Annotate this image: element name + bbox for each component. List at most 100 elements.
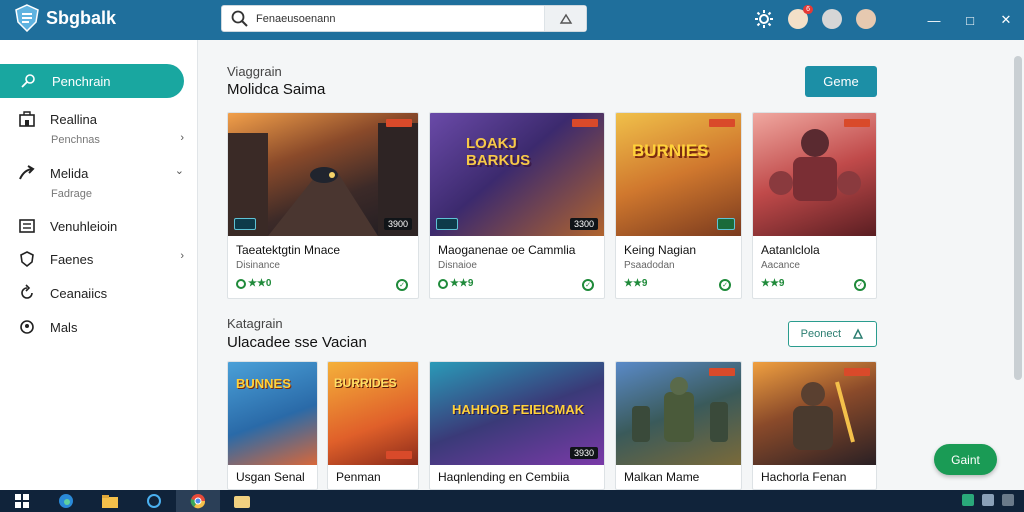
game-card[interactable]: LOAKJ BARKUS 3300 Maoganenae oe Cammlia … [429,112,605,299]
rating-dot-icon [236,278,246,289]
sidebar-item-2[interactable]: Melida ⌄ [0,164,198,182]
floating-action-button[interactable]: Gaint [934,444,997,475]
card-rating: ★★9 [438,278,474,289]
game-card[interactable]: HAHHOB FEIEICMAK 3930 Haqnlending en Cem… [429,361,605,490]
taskbar-explorer[interactable] [88,490,132,512]
sidebar-subitem-1[interactable]: Penchnas [51,134,100,146]
close-icon[interactable]: ✕ [988,0,1024,40]
rating-stars: ★★9 [624,278,648,289]
maximize-icon[interactable]: □ [952,0,988,40]
sidebar-item-label: Ceanaiics [50,285,108,301]
game-card[interactable]: BUNNES Usgan Senal [227,361,318,490]
card-subtitle: Aacance [761,260,800,271]
game-art-title: BUNNES [236,376,291,391]
game-art-title: LOAKJ BARKUS [466,135,531,169]
rating-stars: ★★9 [450,278,474,289]
start-button[interactable] [0,490,44,512]
taskbar-app[interactable] [132,490,176,512]
sidebar-item-4[interactable]: Faenes › [0,250,198,268]
card-title: Haqnlending en Cembiia [438,470,570,484]
connect-button[interactable]: Peonect [788,321,877,347]
taskbar-chrome[interactable] [176,490,220,512]
game-thumbnail: HAHHOB FEIEICMAK 3930 [430,362,604,465]
sidebar-item-6[interactable]: Mals [0,318,198,336]
game-thumbnail: BURNIES [616,113,741,236]
tray-notifications-icon[interactable] [1002,494,1014,506]
files-icon [234,496,250,508]
card-rating: ★★9 [624,278,648,289]
verified-icon: ✓ [854,279,866,291]
game-card[interactable]: 3900 Taeatektgtin Mnace Disinance ★★0 ✓ [227,112,419,299]
verified-icon: ✓ [582,279,594,291]
taskbar-edge[interactable] [44,490,88,512]
rating-dot-icon [438,278,448,289]
card-title: Keing Nagian [624,243,697,257]
brand-logo-icon [15,4,39,32]
house-icon [19,111,35,127]
filter-icon [559,13,572,24]
arrow-trend-icon [19,165,35,180]
verified-icon: ✓ [396,279,408,291]
minimize-icon[interactable]: — [916,0,952,40]
search-filter-button[interactable] [544,6,586,31]
refresh-icon [21,284,33,299]
game-card[interactable]: Malkan Mame [615,361,742,490]
game-card[interactable]: BURRIDES Penman [327,361,419,490]
game-card[interactable]: BURNIES Keing Nagian Psaadodan ★★9 ✓ [615,112,742,299]
brand[interactable]: Sbgbalk [14,4,116,32]
price-label: 3900 [383,218,412,230]
folder-icon [102,495,118,508]
card-title: Maoganenae oe Cammlia [438,243,576,257]
gear-icon [755,10,773,28]
platform-badge [234,218,256,230]
game-card[interactable]: Hachorla Fenan [752,361,877,490]
search-icon [231,10,248,27]
chevron-down-icon[interactable]: ⌄ [175,164,184,177]
hot-tag [709,119,735,127]
tray-sound-icon[interactable] [982,494,994,506]
window-controls: — □ ✕ [916,0,1024,40]
notifications-avatar[interactable]: 6 [788,5,813,29]
section1-title: Molidca Saima [227,81,326,98]
card-subtitle: Disinance [236,260,280,271]
link-icon [853,328,864,339]
windows-icon [15,494,29,508]
mech-warrior-icon [769,129,861,201]
settings-button[interactable] [754,9,774,29]
card-title: Hachorla Fenan [761,470,847,484]
hot-tag [844,119,870,127]
card-title: Malkan Mame [624,470,700,484]
platform-badge [436,218,458,230]
game-thumbnail: 3900 [228,113,418,236]
card-rating: ★★9 [761,278,785,289]
game-thumbnail: BUNNES [228,362,317,465]
top-bar: Sbgbalk Fenaeusoenann 6 — □ ✕ [0,0,1024,40]
profile-avatar[interactable] [856,9,876,29]
sidebar-item-1[interactable]: Reallina › [0,110,198,144]
game-art-title: HAHHOB FEIEICMAK [452,402,585,417]
sidebar-item-active[interactable]: Penchrain [0,64,184,98]
hot-tag [386,451,412,459]
sidebar-item-5[interactable]: Ceanaiics [0,284,198,302]
sidebar: Penchrain Reallina › Penchnas Melida ⌄ F… [0,40,198,490]
scrollbar[interactable] [1014,56,1022,380]
game-thumbnail [753,362,876,465]
game-button[interactable]: Geme [805,66,877,97]
user-avatar-2[interactable] [822,9,842,29]
chevron-right-icon[interactable]: › [180,250,184,262]
sidebar-subitem-2[interactable]: Fadrage [51,188,92,200]
game-art-title: BURRIDES [334,376,397,390]
game-card[interactable]: Aatanlclola Aacance ★★9 ✓ [752,112,877,299]
search-bar[interactable]: Fenaeusoenann [221,5,587,32]
pen-icon [21,74,35,88]
verified-icon: ✓ [719,279,731,291]
chat-icon [147,494,161,508]
taskbar-files[interactable] [220,490,264,512]
sidebar-item-3[interactable]: Venuhleioin [0,217,198,235]
card-rating: ★★0 [236,278,272,289]
tray-network-icon[interactable] [962,494,974,506]
chevron-right-icon[interactable]: › [180,132,184,144]
search-input[interactable]: Fenaeusoenann [256,13,544,25]
os-taskbar [0,490,1024,512]
sidebar-item-label: Reallina [50,111,97,127]
